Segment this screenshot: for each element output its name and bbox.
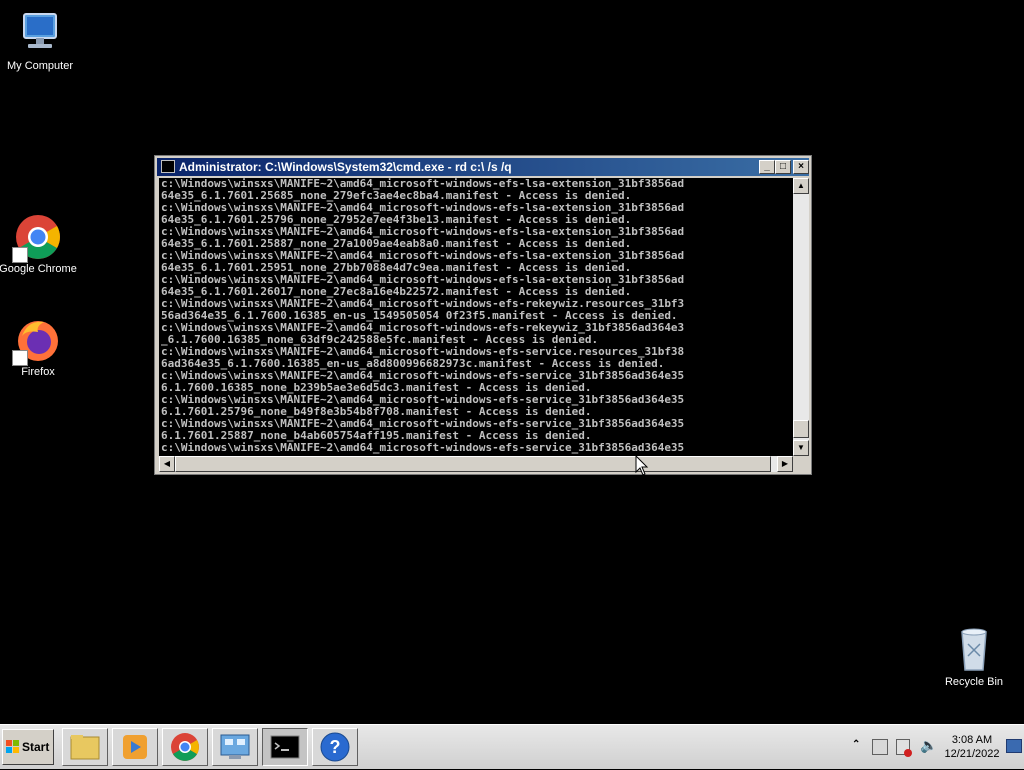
- clock-time: 3:08 AM: [951, 734, 993, 746]
- show-hidden-icon[interactable]: ⌃: [852, 739, 860, 750]
- clock[interactable]: 3:08 AM 12/21/2022: [940, 733, 1004, 761]
- cmd-icon: [161, 160, 175, 173]
- vertical-scroll-thumb[interactable]: [793, 420, 809, 438]
- console-output[interactable]: c:\Windows\winsxs\MANIFE~2\amd64_microso…: [159, 178, 793, 456]
- vertical-scrollbar[interactable]: ▲ ▼: [793, 178, 809, 456]
- show-desktop-icon[interactable]: [1006, 739, 1022, 753]
- title-bar[interactable]: Administrator: C:\Windows\System32\cmd.e…: [157, 158, 809, 176]
- horizontal-scrollbar[interactable]: ◀ ▶: [159, 456, 793, 472]
- computer-icon: [16, 10, 64, 58]
- desktop-icon-label: My Computer: [6, 60, 74, 72]
- minimize-button[interactable]: _: [759, 160, 775, 174]
- network-icon[interactable]: [872, 739, 888, 755]
- taskbar-button-explorer[interactable]: [62, 728, 108, 766]
- cmd-window[interactable]: Administrator: C:\Windows\System32\cmd.e…: [154, 155, 812, 475]
- windows-flag-icon: [6, 740, 19, 753]
- scroll-right-button[interactable]: ▶: [777, 456, 793, 472]
- scroll-down-button[interactable]: ▼: [793, 440, 809, 456]
- system-tray: ⌃ 🔈 3:08 AM 12/21/2022: [848, 725, 1024, 769]
- clock-date: 12/21/2022: [944, 748, 1000, 760]
- taskbar-button-chrome[interactable]: [162, 728, 208, 766]
- close-button[interactable]: ×: [793, 160, 809, 174]
- volume-icon[interactable]: 🔈: [920, 737, 937, 754]
- shortcut-arrow-icon: [12, 247, 28, 263]
- control-panel-icon: [220, 734, 250, 759]
- recycle-bin-icon: [950, 626, 998, 674]
- horizontal-scroll-thumb[interactable]: [175, 456, 771, 472]
- svg-text:?: ?: [330, 737, 341, 757]
- maximize-button[interactable]: □: [775, 160, 791, 174]
- chrome-icon: [12, 213, 62, 263]
- taskbar-button-help[interactable]: ?: [312, 728, 358, 766]
- cmd-icon: [270, 735, 300, 759]
- resize-grip[interactable]: [793, 456, 809, 472]
- window-title: Administrator: C:\Windows\System32\cmd.e…: [179, 160, 512, 174]
- scroll-up-button[interactable]: ▲: [793, 178, 809, 194]
- desktop-icon-label: Recycle Bin: [944, 676, 1004, 688]
- desktop-icon-google-chrome[interactable]: Google Chrome: [0, 213, 78, 275]
- start-button[interactable]: Start: [2, 729, 54, 765]
- desktop-icon-label: Google Chrome: [0, 263, 77, 275]
- action-center-icon[interactable]: [896, 739, 912, 757]
- scroll-left-button[interactable]: ◀: [159, 456, 175, 472]
- media-player-icon: [123, 735, 147, 759]
- folder-icon: [70, 735, 100, 760]
- mouse-cursor-icon: [635, 454, 649, 482]
- desktop-icon-recycle-bin[interactable]: Recycle Bin: [934, 626, 1014, 688]
- firefox-icon: [12, 316, 62, 366]
- console-line: c:\Windows\winsxs\MANIFE~2\amd64_microso…: [161, 441, 685, 454]
- chrome-icon: [171, 733, 199, 761]
- taskbar-button-control-panel[interactable]: [212, 728, 258, 766]
- desktop-icon-my-computer[interactable]: My Computer: [0, 10, 80, 72]
- shortcut-arrow-icon: [12, 350, 28, 366]
- taskbar: Start ? ⌃ 🔈 3:08 AM 12/21/2022: [0, 724, 1024, 769]
- taskbar-button-media-player[interactable]: [112, 728, 158, 766]
- help-icon: ?: [320, 732, 350, 762]
- desktop-icon-firefox[interactable]: Firefox: [0, 316, 78, 378]
- start-label: Start: [22, 740, 50, 754]
- taskbar-button-cmd[interactable]: [262, 728, 308, 766]
- desktop-icon-label: Firefox: [21, 366, 55, 378]
